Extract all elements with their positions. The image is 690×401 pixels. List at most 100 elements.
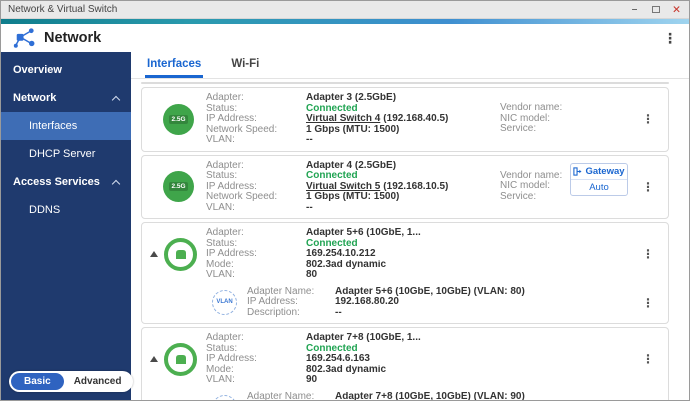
mode-toggle: Basic Advanced — [9, 371, 133, 392]
window-title: Network & Virtual Switch — [8, 4, 117, 15]
card-kebab-menu-icon[interactable]: ⋮ — [642, 181, 654, 193]
gateway-label: Gateway — [585, 166, 624, 177]
field-label: VLAN: — [206, 135, 306, 146]
status-value: Connected — [306, 171, 358, 182]
collapse-arrow-icon[interactable] — [150, 356, 158, 362]
icon-zone — [150, 228, 206, 281]
vlan-value: 80 — [306, 270, 317, 281]
mode-value: 802.3ad dynamic — [306, 260, 386, 271]
status-value: Connected — [306, 344, 358, 355]
vlan-value: -- — [306, 135, 313, 146]
maximize-button[interactable] — [647, 3, 664, 17]
nic-info-fields: Vendor name:QNAP NIC model:Intel Etherne… — [500, 93, 660, 146]
icon-label: 2.5G — [169, 115, 187, 124]
field-label: Description: — [216, 82, 316, 84]
sidebar-group-access-services[interactable]: Access Services — [1, 168, 131, 196]
ip-address: 169.254.10.212 — [306, 249, 376, 260]
virtual-switch-link[interactable]: Virtual Switch 4 — [306, 114, 380, 124]
minimize-button[interactable]: – — [626, 3, 643, 17]
ip-address: (192.168.10.5) — [383, 182, 448, 192]
chevron-up-icon — [112, 179, 120, 187]
field-label: VLAN: — [206, 375, 306, 386]
field-label: Status: — [206, 171, 306, 182]
field-label: Vendor name: — [500, 103, 588, 114]
icon-zone — [150, 333, 206, 386]
advanced-mode-button[interactable]: Advanced — [64, 373, 132, 390]
chevron-up-icon — [112, 95, 120, 103]
icon-zone: 2.5G — [150, 161, 206, 214]
field-label: IP Address: — [206, 354, 306, 365]
clipped-card: Description: -- — [141, 82, 669, 84]
vlan-adapter-name: Adapter 7+8 (10GbE, 10GbE) (VLAN: 90) — [335, 392, 525, 401]
sidebar: Overview Network Interfaces DHCP Server … — [1, 52, 131, 400]
adapter-list: Description: -- 2.5G Adapter:Adapter 3 (… — [131, 79, 689, 400]
sidebar-item-interfaces[interactable]: Interfaces — [1, 112, 131, 140]
sidebar-item-overview[interactable]: Overview — [1, 56, 131, 84]
gateway-badge: Gateway Auto — [570, 163, 628, 196]
app-header: Network ⋮ — [1, 24, 689, 52]
field-label: Adapter: — [206, 333, 306, 344]
subrow-kebab-menu-icon[interactable]: ⋮ — [642, 297, 654, 309]
sidebar-group-label: Network — [13, 92, 56, 104]
sidebar-group-network[interactable]: Network — [1, 84, 131, 112]
header-kebab-menu-icon[interactable]: ⋮ — [663, 31, 677, 45]
main-content: Interfaces Wi-Fi Description: -- — [131, 52, 689, 400]
adapter-fields: Adapter:Adapter 5+6 (10GbE, 1... Status:… — [206, 228, 500, 281]
adapter-fields: Adapter:Adapter 7+8 (10GbE, 1... Status:… — [206, 333, 500, 386]
sidebar-item-dhcp-server[interactable]: DHCP Server — [1, 140, 131, 168]
vlan-subrow: VLAN Adapter Name:Adapter 5+6 (10GbE, 10… — [150, 286, 660, 321]
sidebar-item-label: Overview — [13, 64, 62, 76]
vlan-ip-address: 192.168.80.20 — [335, 297, 399, 308]
network-app-icon — [13, 28, 35, 48]
vlan-icon: VLAN — [212, 290, 237, 315]
page-title: Network — [44, 30, 101, 46]
card-kebab-menu-icon[interactable]: ⋮ — [642, 248, 654, 260]
adapter-2-5g-icon: 2.5G — [163, 104, 194, 135]
vlan-description: -- — [335, 308, 342, 319]
port-trunk-icon — [164, 238, 197, 271]
port-trunk-icon — [164, 343, 197, 376]
vlan-fields: Adapter Name:Adapter 7+8 (10GbE, 10GbE) … — [247, 392, 660, 401]
field-label: Adapter: — [206, 93, 306, 104]
status-value: Connected — [306, 104, 358, 115]
adapter-card-5-6: Adapter:Adapter 5+6 (10GbE, 1... Status:… — [141, 222, 669, 324]
field-label: IP Address: — [206, 114, 306, 125]
adapter-name: Adapter 3 (2.5GbE) — [306, 93, 396, 104]
adapter-fields: Adapter:Adapter 3 (2.5GbE) Status:Connec… — [206, 93, 500, 146]
virtual-switch-link[interactable]: Virtual Switch 5 — [306, 182, 380, 192]
adapter-fields: Adapter:Adapter 4 (2.5GbE) Status:Connec… — [206, 161, 500, 214]
field-label: IP Address: — [247, 297, 335, 308]
icon-zone: 2.5G — [150, 93, 206, 146]
close-button[interactable]: ✕ — [668, 3, 685, 17]
speed-value: 1 Gbps (MTU: 1500) — [306, 125, 399, 136]
vlan-adapter-name: Adapter 5+6 (10GbE, 10GbE) (VLAN: 80) — [335, 287, 525, 298]
gateway-mode: Auto — [571, 180, 627, 195]
status-value: Connected — [306, 239, 358, 250]
sidebar-item-label: Interfaces — [29, 120, 77, 132]
card-kebab-menu-icon[interactable]: ⋮ — [642, 353, 654, 365]
tab-wifi[interactable]: Wi-Fi — [229, 56, 261, 78]
ip-address: (192.168.40.5) — [383, 114, 448, 124]
maximize-icon — [652, 6, 660, 13]
field-value: -- — [316, 82, 323, 84]
sidebar-item-label: DHCP Server — [29, 148, 95, 160]
vlan-subrow: VLAN Adapter Name:Adapter 7+8 (10GbE, 10… — [150, 391, 660, 401]
adapter-card-3: 2.5G Adapter:Adapter 3 (2.5GbE) Status:C… — [141, 87, 669, 152]
tab-interfaces[interactable]: Interfaces — [145, 56, 203, 78]
collapse-arrow-icon[interactable] — [150, 251, 158, 257]
sidebar-item-label: DDNS — [29, 204, 60, 216]
adapter-2-5g-icon: 2.5G — [163, 171, 194, 202]
vlan-value: 90 — [306, 375, 317, 386]
sidebar-group-label: Access Services — [13, 176, 100, 188]
sidebar-item-ddns[interactable]: DDNS — [1, 196, 131, 224]
basic-mode-button[interactable]: Basic — [11, 373, 64, 390]
field-label: Service: — [500, 124, 588, 136]
adapter-name: Adapter 5+6 (10GbE, 1... — [306, 228, 421, 239]
adapter-card-4: 2.5G Adapter:Adapter 4 (2.5GbE) Status:C… — [141, 155, 669, 220]
icon-label: 2.5G — [169, 182, 187, 191]
title-bar: Network & Virtual Switch – ✕ — [1, 1, 689, 19]
field-label: Adapter Name: — [247, 392, 335, 401]
card-kebab-menu-icon[interactable]: ⋮ — [642, 113, 654, 125]
field-label: Description: — [247, 308, 335, 319]
clipped-row: Description: -- — [150, 82, 660, 84]
